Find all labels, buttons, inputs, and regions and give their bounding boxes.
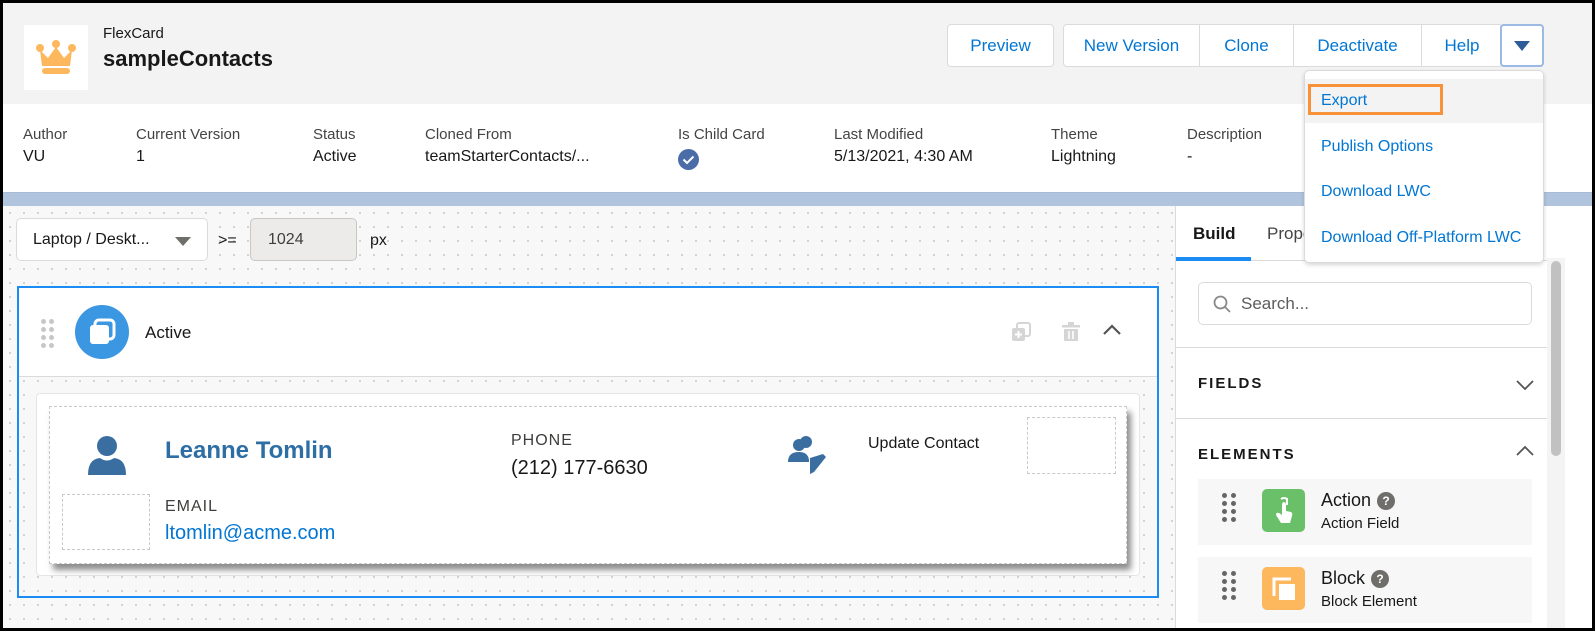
clone-button[interactable]: Clone <box>1200 25 1294 66</box>
device-select[interactable]: Laptop / Deskt... <box>16 218 208 261</box>
chevron-up-icon[interactable] <box>1102 324 1122 336</box>
logo <box>24 25 88 90</box>
action-button-group: New Version Clone Deactivate Help <box>1063 24 1503 67</box>
crown-icon <box>36 39 76 74</box>
contact-name[interactable]: Leanne Tomlin <box>165 437 333 465</box>
state-block[interactable]: Active Leanne Tomlin EMAIL ltomlin@acme.… <box>17 286 1159 598</box>
info-is-child-card: Is Child Card <box>678 126 765 175</box>
email-label: EMAIL <box>165 498 219 515</box>
block-element-icon <box>1262 567 1305 610</box>
element-description: Action Field <box>1321 515 1400 532</box>
breakpoint-operator: >= <box>218 232 237 249</box>
new-version-button[interactable]: New Version <box>1064 25 1200 66</box>
menu-item-download-lwc[interactable]: Download LWC <box>1305 170 1543 214</box>
scrollbar-thumb[interactable] <box>1551 261 1561 456</box>
caret-down-icon <box>175 237 191 246</box>
element-item-block[interactable]: Block ? Block Element <box>1198 557 1532 623</box>
breakpoint-width-input[interactable]: 1024 <box>250 218 357 261</box>
page-title: sampleContacts <box>103 46 273 71</box>
caret-down-icon <box>1514 40 1530 51</box>
touch-icon <box>1275 496 1292 523</box>
info-last-modified: Last Modified 5/13/2021, 4:30 AM <box>834 126 973 165</box>
state-name: Active <box>145 323 192 342</box>
contact-card[interactable]: Leanne Tomlin EMAIL ltomlin@acme.com PHO… <box>49 406 1127 564</box>
menu-item-publish-options[interactable]: Publish Options <box>1305 125 1543 169</box>
more-actions-menu: Export Publish Options Download LWC Down… <box>1304 70 1544 263</box>
element-search-input[interactable]: Search... <box>1198 282 1532 325</box>
element-name: Block ? <box>1321 568 1390 589</box>
phone-label: PHONE <box>511 432 573 449</box>
contact-avatar-icon <box>88 436 126 475</box>
app-type-label: FlexCard <box>103 25 164 42</box>
info-description: Description - <box>1187 126 1263 165</box>
preview-button[interactable]: Preview <box>947 24 1054 67</box>
drag-handle-icon[interactable] <box>1222 493 1236 522</box>
breakpoint-unit: px <box>370 232 387 249</box>
tab-build[interactable]: Build <box>1193 224 1236 244</box>
check-circle-icon <box>678 149 699 170</box>
info-theme: Theme Lightning <box>1051 126 1116 165</box>
search-placeholder: Search... <box>1241 293 1310 313</box>
info-status: Status Active <box>313 126 357 165</box>
state-icon <box>75 305 129 359</box>
menu-item-download-off-platform-lwc[interactable]: Download Off-Platform LWC <box>1305 216 1543 260</box>
deactivate-button[interactable]: Deactivate <box>1294 25 1422 66</box>
block-icon <box>1272 577 1295 600</box>
active-tab-indicator <box>1176 257 1251 261</box>
fields-section[interactable]: FIELDS <box>1176 347 1556 418</box>
card-container: Leanne Tomlin EMAIL ltomlin@acme.com PHO… <box>36 393 1140 576</box>
device-select-value: Laptop / Deskt... <box>33 230 150 248</box>
export-highlight-box <box>1308 84 1443 115</box>
element-item-action[interactable]: Action ? Action Field <box>1198 479 1532 545</box>
help-icon[interactable]: ? <box>1371 569 1390 588</box>
elements-section-title: ELEMENTS <box>1198 446 1296 463</box>
builder-panel: Build Prope Search... FIELDS ELEMENTS Ac… <box>1175 206 1592 628</box>
chevron-up-icon[interactable] <box>1516 446 1534 456</box>
info-author: Author VU <box>23 126 68 165</box>
element-name: Action ? <box>1321 490 1396 511</box>
delete-state-icon[interactable] <box>1062 322 1080 342</box>
duplicate-state-icon[interactable] <box>1011 322 1031 342</box>
help-button[interactable]: Help <box>1422 25 1502 66</box>
more-actions-button[interactable] <box>1500 24 1544 67</box>
drag-handle-icon[interactable] <box>41 319 54 348</box>
info-current-version: Current Version 1 <box>136 126 241 165</box>
search-icon <box>1213 295 1231 313</box>
info-cloned-from: Cloned From teamStarterContacts/... <box>425 126 590 165</box>
update-contact-action[interactable]: Update Contact <box>868 435 979 453</box>
fields-section-title: FIELDS <box>1198 375 1264 392</box>
contact-edit-icon[interactable] <box>788 434 830 476</box>
state-header: Active <box>19 288 1157 377</box>
drag-handle-icon[interactable] <box>1222 571 1236 600</box>
empty-placeholder <box>1027 417 1116 474</box>
chevron-down-icon[interactable] <box>1516 380 1534 390</box>
empty-placeholder <box>62 494 150 550</box>
email-value[interactable]: ltomlin@acme.com <box>165 522 335 545</box>
element-description: Block Element <box>1321 593 1417 610</box>
phone-value: (212) 177-6630 <box>511 457 648 479</box>
copy-icon <box>90 318 116 344</box>
design-canvas: Laptop / Deskt... >= 1024 px Active Lean… <box>3 206 1175 628</box>
elements-section: ELEMENTS Action ? Action Field Block ? B… <box>1176 418 1556 628</box>
help-icon[interactable]: ? <box>1377 491 1396 510</box>
action-element-icon <box>1262 489 1305 532</box>
flexcard-designer: FlexCard sampleContacts Preview New Vers… <box>3 3 1592 628</box>
